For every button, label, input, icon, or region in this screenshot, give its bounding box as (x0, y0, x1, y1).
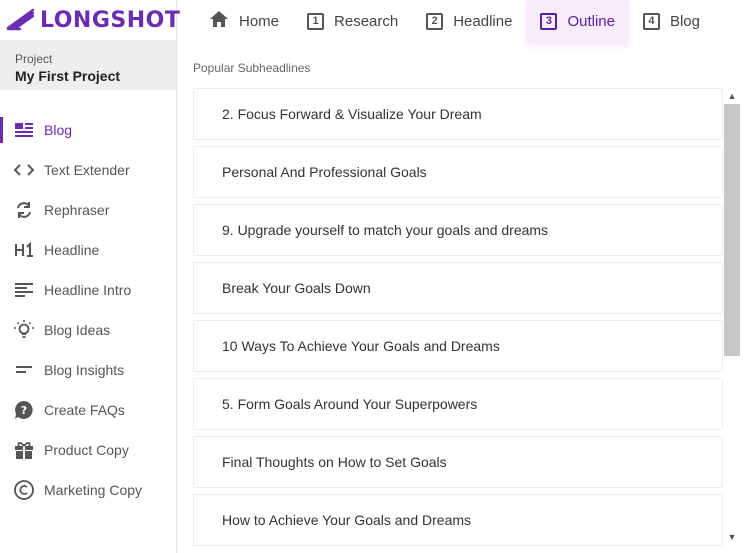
tab-headline[interactable]: 2 Headline (412, 0, 526, 42)
svg-text:?: ? (21, 404, 27, 417)
main-content: Popular Subheadlines 2. Focus Forward & … (177, 42, 749, 553)
sidebar-item-headline[interactable]: Headline (0, 230, 176, 270)
tab-label: Research (334, 12, 399, 30)
sidebar-item-label: Blog Ideas (44, 322, 111, 338)
subheadline-card[interactable]: 9. Upgrade yourself to match your goals … (193, 204, 723, 256)
step-number-icon: 3 (540, 12, 558, 30)
sidebar-item-label: Text Extender (44, 162, 130, 178)
sidebar-item-label: Headline (44, 242, 100, 258)
sidebar-item-blog[interactable]: Blog (0, 110, 176, 150)
gift-icon (13, 439, 35, 461)
scroll-thumb[interactable] (724, 104, 740, 356)
subheadline-card[interactable]: 2. Focus Forward & Visualize Your Dream (193, 88, 723, 140)
tab-research[interactable]: 1 Research (293, 0, 412, 42)
code-icon (13, 159, 35, 181)
sidebar-item-marketing-copy[interactable]: Marketing Copy (0, 470, 176, 510)
subheadline-card[interactable]: Personal And Professional Goals (193, 146, 723, 198)
project-selector[interactable]: Project My First Project (0, 40, 176, 90)
tab-label: Headline (453, 12, 513, 30)
tab-label: Outline (567, 12, 615, 30)
subheadline-card[interactable]: How to Achieve Your Goals and Dreams (193, 494, 723, 546)
workflow-tabs: Home 1 Research 2 Headline 3 Outline 4 B… (177, 0, 749, 42)
sidebar-item-rephraser[interactable]: Rephraser (0, 190, 176, 230)
sidebar-item-text-extender[interactable]: Text Extender (0, 150, 176, 190)
h1-icon (13, 239, 35, 261)
sidebar-item-label: Blog (44, 122, 73, 138)
home-icon (209, 10, 229, 32)
logo[interactable]: LONGSHOT (0, 0, 180, 40)
tab-label: Home (239, 12, 280, 30)
scroll-down-arrow-icon[interactable]: ▼ (727, 532, 737, 542)
step-number-icon: 1 (307, 12, 325, 30)
section-title: Popular Subheadlines (193, 61, 311, 75)
sidebar-item-blog-ideas[interactable]: Blog Ideas (0, 310, 176, 350)
sidebar-item-label: Blog Insights (44, 362, 125, 378)
copyright-icon (13, 479, 35, 501)
project-name: My First Project (15, 68, 121, 84)
subheadline-card[interactable]: Break Your Goals Down (193, 262, 723, 314)
step-number-icon: 4 (642, 12, 660, 30)
subheadline-card[interactable]: 10 Ways To Achieve Your Goals and Dreams (193, 320, 723, 372)
lightbulb-icon (13, 319, 35, 341)
refresh-icon (13, 199, 35, 221)
headline-intro-icon (13, 279, 35, 301)
project-label: Project (15, 52, 53, 66)
subheadline-card[interactable]: Final Thoughts on How to Set Goals (193, 436, 723, 488)
sidebar-nav: Blog Text Extender Rephraser Headline He… (0, 110, 176, 510)
tab-blog[interactable]: 4 Blog (629, 0, 714, 42)
app-window: LONGSHOT Project My First Project Blog T… (0, 0, 749, 553)
tab-label: Blog (669, 12, 700, 30)
sidebar-item-blog-insights[interactable]: Blog Insights (0, 350, 176, 390)
scroll-up-arrow-icon[interactable]: ▲ (727, 91, 737, 101)
sidebar-item-label: Rephraser (44, 202, 110, 218)
longshot-logo-icon (6, 8, 36, 32)
insights-icon (13, 359, 35, 381)
sidebar-item-product-copy[interactable]: Product Copy (0, 430, 176, 470)
sidebar: LONGSHOT Project My First Project Blog T… (0, 0, 180, 553)
sidebar-item-label: Marketing Copy (44, 482, 143, 498)
blog-icon (13, 119, 35, 141)
step-number-icon: 2 (426, 12, 444, 30)
subheadline-card[interactable]: 5. Form Goals Around Your Superpowers (193, 378, 723, 430)
faq-icon: ? (13, 399, 35, 421)
sidebar-item-label: Create FAQs (44, 402, 125, 418)
sidebar-item-label: Product Copy (44, 442, 129, 458)
sidebar-item-label: Headline Intro (44, 282, 132, 298)
scrollbar[interactable]: ▲ ▼ (723, 88, 741, 542)
subheadline-list[interactable]: 2. Focus Forward & Visualize Your Dream … (193, 88, 723, 553)
brand-name: LONGSHOT (40, 7, 181, 33)
sidebar-item-headline-intro[interactable]: Headline Intro (0, 270, 176, 310)
tab-outline[interactable]: 3 Outline (526, 0, 629, 42)
sidebar-item-create-faqs[interactable]: ? Create FAQs (0, 390, 176, 430)
tab-home[interactable]: Home (177, 0, 293, 42)
